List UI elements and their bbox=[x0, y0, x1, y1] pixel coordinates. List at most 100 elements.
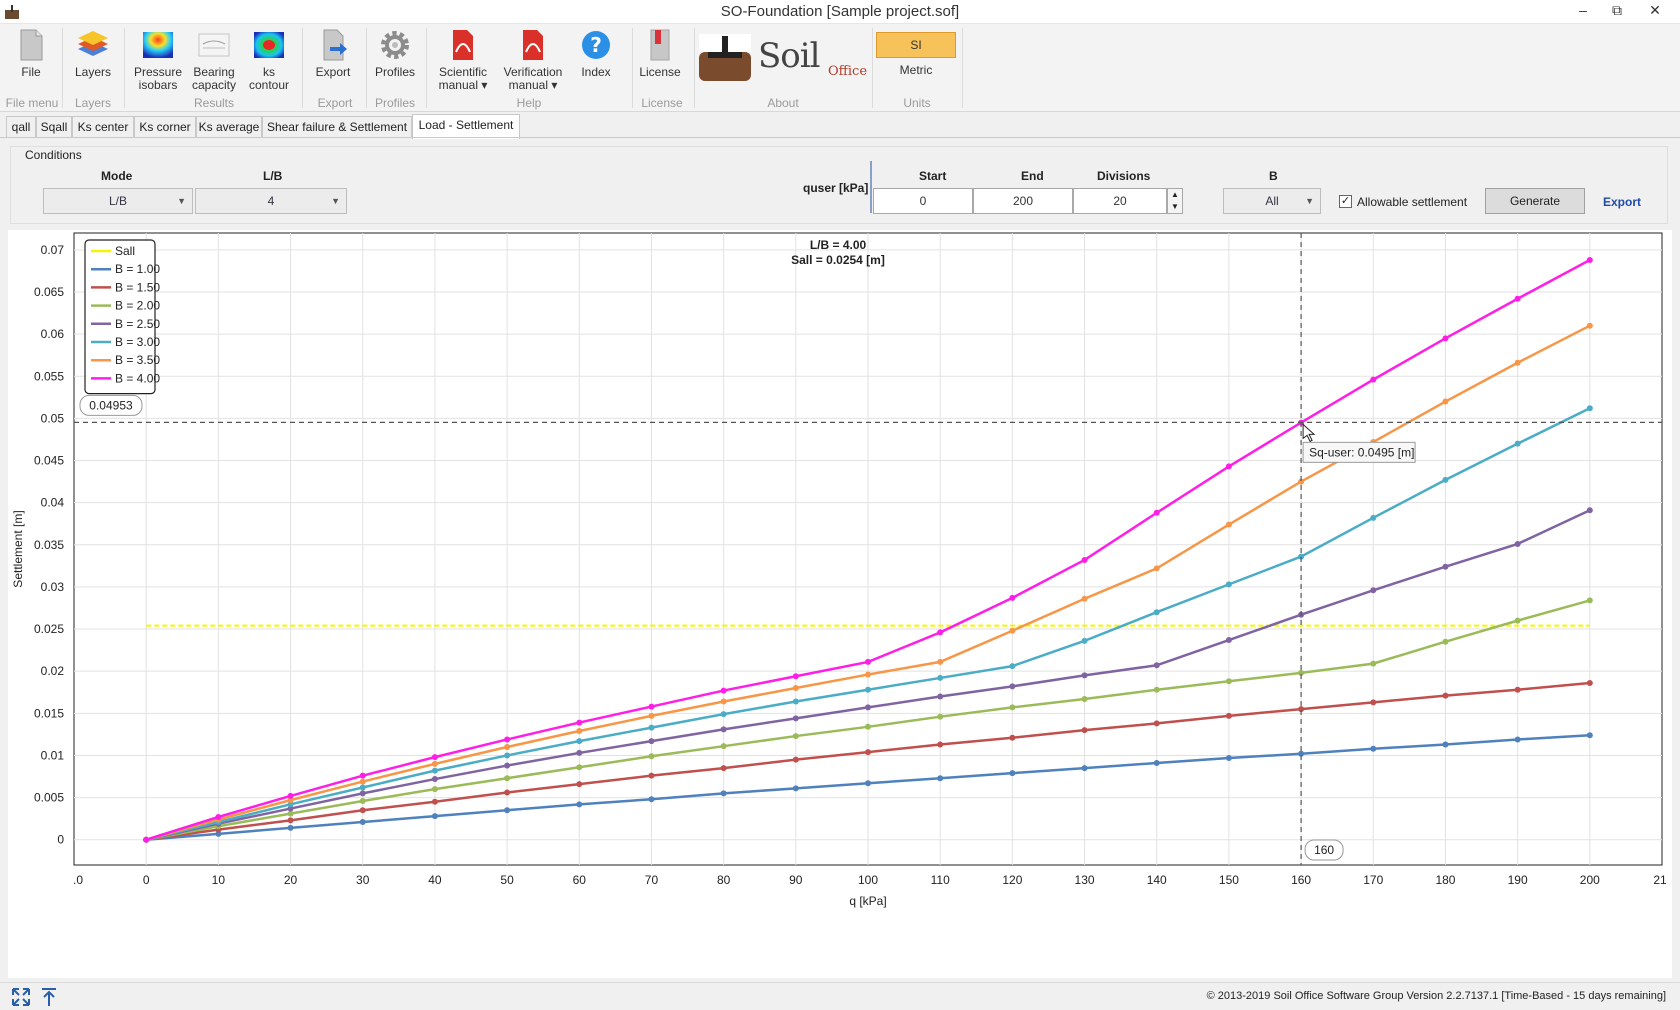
data-point[interactable] bbox=[359, 797, 366, 804]
data-point[interactable] bbox=[1442, 638, 1449, 645]
data-point[interactable] bbox=[504, 775, 511, 782]
data-point[interactable] bbox=[576, 781, 583, 788]
restore-button[interactable]: ⧉ bbox=[1602, 0, 1632, 22]
data-point[interactable] bbox=[1081, 727, 1088, 734]
data-point[interactable] bbox=[1514, 359, 1521, 366]
data-point[interactable] bbox=[431, 776, 438, 783]
data-point[interactable] bbox=[576, 764, 583, 771]
data-point[interactable] bbox=[1514, 295, 1521, 302]
data-point[interactable] bbox=[937, 658, 944, 665]
export-link[interactable]: Export bbox=[1603, 195, 1641, 209]
start-input[interactable]: 0 bbox=[873, 188, 973, 214]
data-point[interactable] bbox=[792, 715, 799, 722]
close-button[interactable]: ✕ bbox=[1640, 0, 1670, 22]
arrow-up-icon[interactable] bbox=[38, 986, 60, 1008]
data-point[interactable] bbox=[1153, 662, 1160, 669]
data-point[interactable] bbox=[937, 674, 944, 681]
data-point[interactable] bbox=[1370, 699, 1377, 706]
scientific-manual-button[interactable]: Scientific manual ▾ bbox=[432, 28, 494, 92]
minimize-button[interactable]: – bbox=[1568, 0, 1598, 22]
data-point[interactable] bbox=[1153, 720, 1160, 727]
data-point[interactable] bbox=[720, 711, 727, 718]
b-select[interactable]: All ▼ bbox=[1223, 188, 1321, 214]
data-point[interactable] bbox=[720, 790, 727, 797]
data-point[interactable] bbox=[937, 775, 944, 782]
mode-select[interactable]: L/B ▼ bbox=[43, 188, 193, 214]
data-point[interactable] bbox=[1009, 594, 1016, 601]
data-point[interactable] bbox=[504, 744, 511, 751]
data-point[interactable] bbox=[1081, 765, 1088, 772]
index-button[interactable]: ? Index bbox=[574, 28, 618, 79]
tab-ks-center[interactable]: Ks center bbox=[72, 116, 134, 138]
data-point[interactable] bbox=[1153, 509, 1160, 516]
data-point[interactable] bbox=[1153, 686, 1160, 693]
fit-view-icon[interactable] bbox=[10, 986, 32, 1008]
data-point[interactable] bbox=[648, 724, 655, 731]
data-point[interactable] bbox=[937, 629, 944, 636]
tab-load-settlement[interactable]: Load - Settlement bbox=[412, 114, 520, 139]
data-point[interactable] bbox=[1586, 256, 1593, 263]
data-point[interactable] bbox=[1225, 581, 1232, 588]
data-point[interactable] bbox=[287, 824, 294, 831]
data-point[interactable] bbox=[1442, 741, 1449, 748]
license-button[interactable]: License bbox=[636, 28, 684, 79]
data-point[interactable] bbox=[431, 786, 438, 793]
data-point[interactable] bbox=[865, 686, 871, 693]
generate-button[interactable]: Generate bbox=[1485, 188, 1585, 214]
data-point[interactable] bbox=[1370, 745, 1377, 752]
stepper-down-icon[interactable]: ▼ bbox=[1168, 201, 1182, 213]
data-point[interactable] bbox=[359, 790, 366, 797]
data-point[interactable] bbox=[792, 733, 799, 740]
data-point[interactable] bbox=[720, 765, 727, 772]
tab-sqall[interactable]: Sqall bbox=[36, 116, 72, 138]
tab-shear-failure-settlement[interactable]: Shear failure & Settlement bbox=[262, 116, 412, 138]
data-point[interactable] bbox=[1081, 637, 1088, 644]
data-point[interactable] bbox=[1009, 683, 1016, 690]
data-point[interactable] bbox=[1225, 463, 1232, 470]
data-point[interactable] bbox=[1370, 660, 1377, 667]
data-point[interactable] bbox=[792, 756, 799, 763]
stepper-up-icon[interactable]: ▲ bbox=[1168, 189, 1182, 201]
data-point[interactable] bbox=[1153, 760, 1160, 767]
data-point[interactable] bbox=[865, 704, 871, 711]
data-point[interactable] bbox=[720, 726, 727, 733]
data-point[interactable] bbox=[865, 723, 871, 730]
load-settlement-chart[interactable]: 0 10 20 30 40 50 60 70 80 90 100 110 120 130 140 150 160… bbox=[8, 230, 1672, 978]
divisions-input[interactable]: 20 bbox=[1073, 188, 1167, 214]
data-point[interactable] bbox=[648, 738, 655, 745]
data-point[interactable] bbox=[1514, 440, 1521, 447]
data-point[interactable] bbox=[1514, 736, 1521, 743]
data-point[interactable] bbox=[648, 796, 655, 803]
data-point[interactable] bbox=[792, 685, 799, 692]
data-point[interactable] bbox=[504, 807, 511, 814]
data-point[interactable] bbox=[937, 713, 944, 720]
data-point[interactable] bbox=[937, 741, 944, 748]
data-point[interactable] bbox=[1009, 770, 1016, 777]
data-point[interactable] bbox=[576, 719, 583, 726]
data-point[interactable] bbox=[215, 813, 222, 820]
data-point[interactable] bbox=[720, 687, 727, 694]
data-point[interactable] bbox=[720, 743, 727, 750]
data-point[interactable] bbox=[1009, 627, 1016, 634]
data-point[interactable] bbox=[1009, 734, 1016, 741]
data-point[interactable] bbox=[865, 749, 871, 756]
data-point[interactable] bbox=[431, 760, 438, 767]
verification-manual-button[interactable]: Verification manual ▾ bbox=[500, 28, 566, 92]
pressure-isobars-button[interactable]: Pressure isobars bbox=[128, 28, 188, 92]
data-point[interactable] bbox=[1442, 335, 1449, 342]
data-point[interactable] bbox=[1225, 637, 1232, 644]
data-point[interactable] bbox=[1009, 704, 1016, 711]
data-point[interactable] bbox=[1153, 565, 1160, 572]
data-point[interactable] bbox=[576, 801, 583, 808]
file-button[interactable]: File bbox=[12, 28, 50, 79]
data-point[interactable] bbox=[720, 698, 727, 705]
data-point[interactable] bbox=[1153, 609, 1160, 616]
data-point[interactable] bbox=[287, 817, 294, 824]
data-point[interactable] bbox=[1081, 595, 1088, 602]
data-point[interactable] bbox=[1586, 507, 1593, 514]
data-point[interactable] bbox=[576, 738, 583, 745]
data-point[interactable] bbox=[431, 767, 438, 774]
data-point[interactable] bbox=[1586, 405, 1593, 412]
data-point[interactable] bbox=[648, 703, 655, 710]
tab-ks-corner[interactable]: Ks corner bbox=[134, 116, 196, 138]
